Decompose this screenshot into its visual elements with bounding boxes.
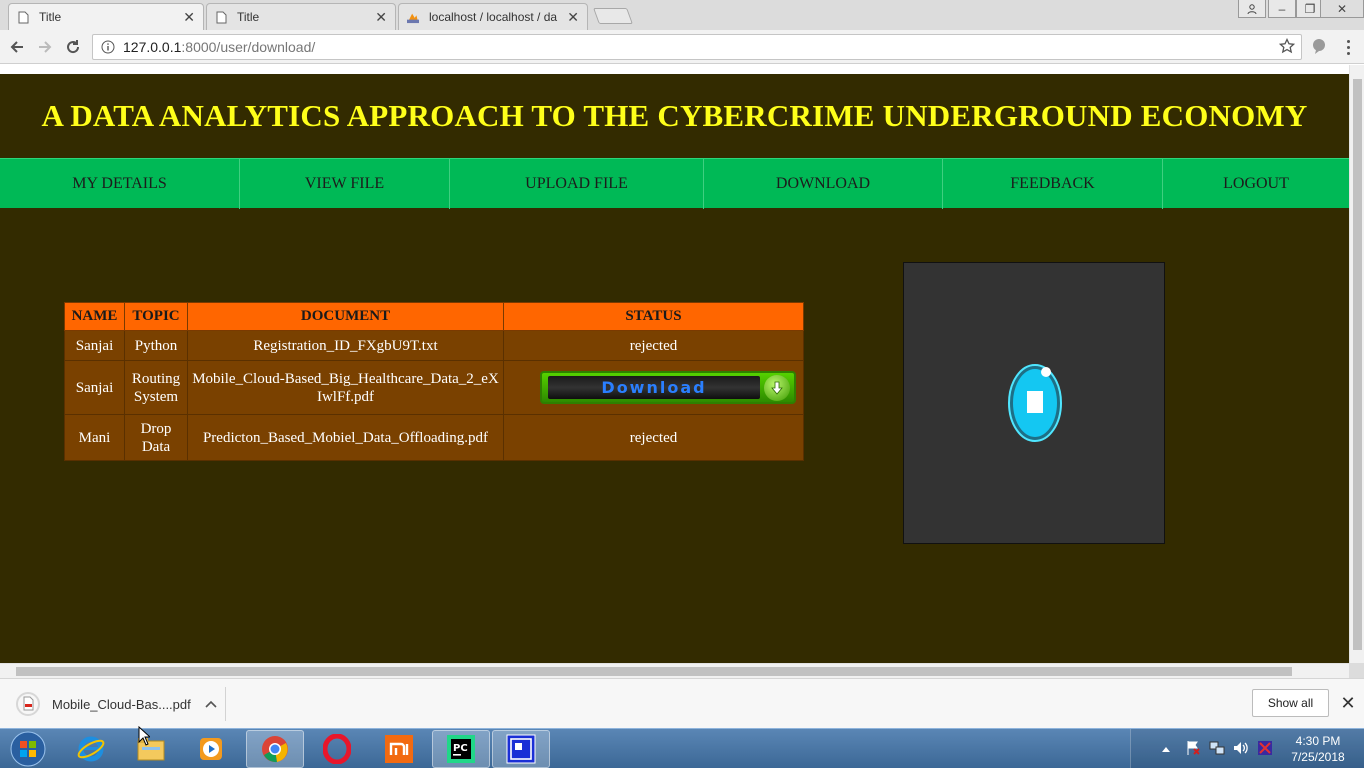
tab-title: localhost / localhost / da — [429, 10, 558, 24]
browser-toolbar: 127.0.0.1:8000/user/download/ — [0, 30, 1364, 64]
close-icon[interactable]: ✕ — [183, 10, 195, 24]
cell-topic: Drop Data — [124, 414, 188, 461]
column-header-topic: TOPIC — [124, 302, 188, 331]
chrome-icon[interactable] — [246, 730, 304, 768]
bookmark-star-icon[interactable] — [1278, 37, 1296, 57]
horizontal-scrollbar[interactable] — [0, 663, 1349, 678]
cell-status: Download — [503, 360, 804, 415]
site-title: A DATA ANALYTICS APPROACH TO THE CYBERCR… — [41, 98, 1308, 133]
remote-desktop-icon[interactable] — [492, 730, 550, 768]
mouse-cursor-icon — [138, 726, 150, 746]
cell-name: Sanjai — [64, 360, 125, 415]
download-shelf: Mobile_Cloud-Bas....pdf Show all ✕ — [0, 678, 1364, 728]
browser-tab-3[interactable]: localhost / localhost / da ✕ — [398, 3, 588, 30]
nav-download[interactable]: DOWNLOAD — [704, 159, 943, 209]
nav-upload-file[interactable]: UPLOAD FILE — [450, 159, 704, 209]
extension-icon[interactable] — [1310, 37, 1330, 57]
url-host: 127.0.0.1 — [123, 39, 182, 55]
page-viewport: A DATA ANALYTICS APPROACH TO THE CYBERCR… — [0, 65, 1364, 663]
nav-view-file[interactable]: VIEW FILE — [240, 159, 450, 209]
address-bar[interactable]: 127.0.0.1:8000/user/download/ — [92, 34, 1302, 60]
file-explorer-icon[interactable] — [122, 730, 180, 768]
info-icon[interactable] — [101, 40, 115, 54]
browser-menu-icon[interactable] — [1338, 37, 1358, 57]
table-row: Sanjai Routing System Mobile_Cloud-Based… — [64, 360, 804, 415]
cell-status: rejected — [503, 414, 804, 461]
volume-icon[interactable] — [1233, 740, 1249, 759]
window-close-button[interactable]: ✕ — [1320, 0, 1364, 18]
start-button[interactable] — [2, 730, 54, 768]
taskbar: PC 4:30 PM 7/25/2018 — [0, 728, 1364, 768]
nav-my-details[interactable]: MY DETAILS — [0, 159, 240, 209]
app-tray-icon[interactable] — [1257, 740, 1273, 759]
cell-name: Sanjai — [64, 330, 125, 361]
opera-icon[interactable] — [308, 730, 366, 768]
download-arrow-icon — [764, 374, 790, 401]
download-label: Download — [548, 376, 760, 399]
network-icon[interactable] — [1209, 740, 1225, 759]
show-all-button[interactable]: Show all — [1252, 689, 1329, 717]
download-button[interactable]: Download — [540, 371, 796, 404]
show-hidden-icons-icon[interactable] — [1161, 741, 1171, 756]
new-tab-button[interactable] — [593, 8, 633, 24]
cell-document: Mobile_Cloud-Based_Big_Healthcare_Data_2… — [187, 360, 504, 415]
main-nav: MY DETAILS VIEW FILE UPLOAD FILE DOWNLOA… — [0, 158, 1349, 209]
pycharm-icon[interactable]: PC — [432, 730, 490, 768]
mobile-phone-icon — [1008, 364, 1062, 442]
table-row: Sanjai Python Registration_ID_FXgbU9T.tx… — [64, 330, 804, 361]
close-icon[interactable]: ✕ — [567, 10, 579, 24]
column-header-status: STATUS — [503, 302, 804, 331]
cell-name: Mani — [64, 414, 125, 461]
tab-title: Title — [237, 10, 260, 24]
cell-document: Predicton_Based_Mobiel_Data_Offloading.p… — [187, 414, 504, 461]
media-player-icon[interactable] — [182, 730, 240, 768]
internet-explorer-icon[interactable] — [62, 730, 120, 768]
clock-time: 4:30 PM — [1295, 734, 1341, 748]
cell-topic: Routing System — [124, 360, 188, 415]
download-table: NAME TOPIC DOCUMENT STATUS Sanjai Python… — [64, 302, 804, 461]
clock-date: 7/25/2018 — [1291, 750, 1345, 764]
close-icon[interactable]: ✕ — [375, 10, 387, 24]
cell-document: Registration_ID_FXgbU9T.txt — [187, 330, 504, 361]
taskbar-clock[interactable]: 4:30 PM 7/25/2018 — [1284, 733, 1352, 765]
chevron-up-icon[interactable] — [205, 697, 217, 711]
profile-icon[interactable] — [1238, 0, 1266, 18]
reload-icon[interactable] — [62, 36, 84, 58]
cell-status: rejected — [503, 330, 804, 361]
site-header: A DATA ANALYTICS APPROACH TO THE CYBERCR… — [0, 74, 1349, 158]
pdf-file-icon — [16, 691, 40, 717]
tab-strip: Title ✕ Title ✕ localhost / localhost / … — [0, 0, 1364, 30]
forward-icon[interactable] — [34, 36, 56, 58]
downloaded-file-name: Mobile_Cloud-Bas....pdf — [52, 696, 191, 712]
horizontal-scrollbar-thumb[interactable] — [16, 667, 1292, 676]
downloaded-file-item[interactable]: Mobile_Cloud-Bas....pdf — [8, 687, 226, 721]
vertical-scrollbar-thumb[interactable] — [1353, 79, 1362, 650]
page-body: A DATA ANALYTICS APPROACH TO THE CYBERCR… — [0, 74, 1349, 663]
column-header-document: DOCUMENT — [187, 302, 504, 331]
back-icon[interactable] — [6, 36, 28, 58]
table-row: Mani Drop Data Predicton_Based_Mobiel_Da… — [64, 414, 804, 461]
svg-text:PC: PC — [453, 743, 468, 754]
scrollbar-corner — [1349, 663, 1364, 678]
minimize-button[interactable]: ‒ — [1268, 0, 1296, 18]
nav-logout[interactable]: LOGOUT — [1163, 159, 1349, 209]
column-header-name: NAME — [64, 302, 125, 331]
action-center-flag-icon[interactable] — [1185, 740, 1201, 759]
animation-panel — [903, 262, 1165, 544]
url-path: :8000/user/download/ — [181, 39, 316, 55]
nav-feedback[interactable]: FEEDBACK — [943, 159, 1163, 209]
vertical-scrollbar[interactable] — [1349, 65, 1364, 663]
tab-title: Title — [39, 10, 62, 24]
page-icon — [215, 10, 227, 24]
table-header-row: NAME TOPIC DOCUMENT STATUS — [64, 302, 804, 331]
close-icon[interactable]: ✕ — [1338, 693, 1358, 713]
page-icon — [17, 10, 29, 24]
cell-topic: Python — [124, 330, 188, 361]
browser-tab-1[interactable]: Title ✕ — [8, 3, 204, 30]
xiaomi-app-icon[interactable] — [370, 730, 428, 768]
phpmyadmin-icon — [407, 10, 419, 24]
browser-tab-2[interactable]: Title ✕ — [206, 3, 396, 30]
